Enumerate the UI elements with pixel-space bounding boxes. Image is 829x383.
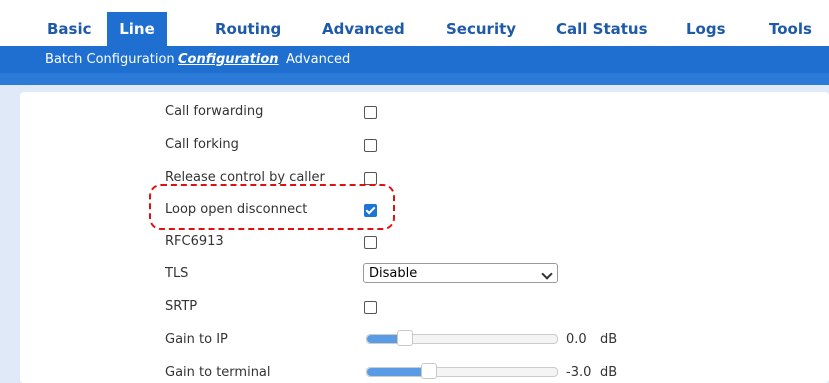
tab-call-status[interactable]: Call Status (556, 12, 648, 46)
slider-handle[interactable] (397, 330, 413, 346)
label-tls: TLS (165, 266, 189, 281)
sub-nav: Batch Configuration Configuration Advanc… (0, 46, 829, 73)
slider-gain-to-ip[interactable] (366, 330, 558, 346)
tab-security[interactable]: Security (446, 12, 516, 46)
checkbox-call-forwarding[interactable] (364, 106, 377, 119)
checkbox-rfc6913[interactable] (364, 236, 377, 249)
checkbox-srtp[interactable] (364, 301, 377, 314)
label-srtp: SRTP (165, 299, 198, 314)
label-call-forking: Call forking (165, 137, 239, 152)
select-tls[interactable]: Disable (363, 263, 558, 283)
tab-routing[interactable]: Routing (215, 12, 281, 46)
subnav-advanced[interactable]: Advanced (286, 46, 350, 73)
main-nav: Basic Line Routing Advanced Security Cal… (0, 12, 829, 46)
top-strip (0, 0, 829, 12)
tab-advanced[interactable]: Advanced (322, 12, 405, 46)
label-gain-to-ip: Gain to IP (165, 332, 228, 347)
gain-to-ip-value: 0.0 (566, 332, 587, 347)
select-tls-value: Disable (369, 266, 418, 281)
slider-fill (367, 368, 429, 376)
subnav-configuration[interactable]: Configuration (178, 46, 279, 73)
subnav-batch-configuration[interactable]: Batch Configuration (45, 46, 175, 73)
label-rfc6913: RFC6913 (165, 234, 224, 249)
chevron-down-icon (541, 268, 553, 280)
tab-tools[interactable]: Tools (769, 12, 812, 46)
highlight-annotation (149, 184, 395, 230)
tab-basic[interactable]: Basic (47, 12, 92, 46)
label-gain-to-terminal: Gain to terminal (165, 365, 271, 380)
checkbox-call-forking[interactable] (364, 139, 377, 152)
label-call-forwarding: Call forwarding (165, 104, 264, 119)
tab-line[interactable]: Line (107, 12, 167, 46)
blue-bar (0, 73, 829, 85)
tab-logs[interactable]: Logs (686, 12, 726, 46)
slider-handle[interactable] (421, 363, 437, 379)
gain-to-ip-unit: dB (600, 332, 618, 347)
gain-to-terminal-value: -3.0 (566, 365, 592, 380)
slider-gain-to-terminal[interactable] (366, 363, 558, 379)
gain-to-terminal-unit: dB (600, 365, 618, 380)
